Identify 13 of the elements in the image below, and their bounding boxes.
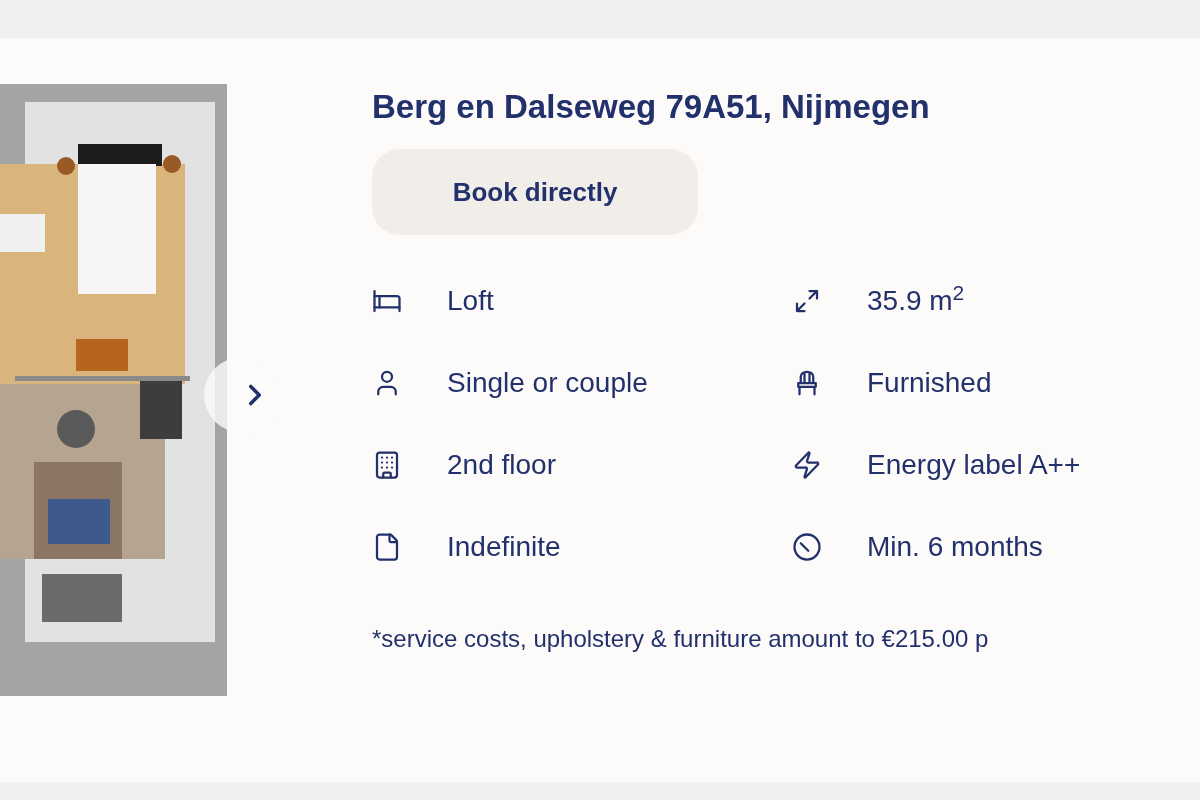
feature-label: Loft — [447, 284, 494, 319]
feature-label: Min. 6 months — [867, 530, 1043, 565]
listing-address: Berg en Dalseweg 79A51, Nijmegen — [372, 87, 931, 127]
feature-label: 35.9 m$^{2}$ — [867, 280, 965, 319]
feature-label: Single or couple — [447, 366, 648, 401]
feature-label: 2nd floor — [447, 448, 556, 483]
feature-label: Indefinite — [447, 530, 561, 565]
book-directly-button[interactable]: Book directly — [372, 149, 698, 236]
feature-label: Furnished — [867, 366, 992, 401]
lightning-icon — [792, 450, 822, 481]
footnote: *service costs, upholstery & furniture amount to €215.00 p — [372, 624, 990, 655]
gauge-icon — [792, 532, 822, 563]
feature-label: Energy label A++ — [867, 448, 1081, 483]
